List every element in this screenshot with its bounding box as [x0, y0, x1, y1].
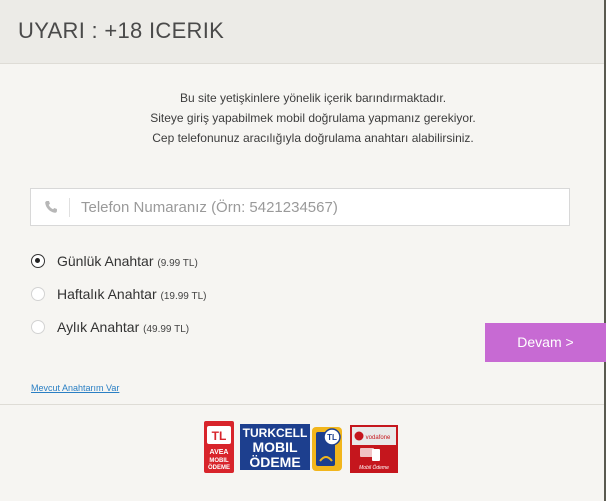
dialog-header: UYARI : +18 ICERIK — [0, 0, 604, 64]
intro-line: Siteye giriş yapabilmek mobil doğrulama … — [150, 111, 476, 125]
turkcell-text: MOBIL — [252, 439, 298, 455]
turkcell-tl-text: TL — [327, 433, 337, 442]
phone-field[interactable] — [30, 188, 570, 226]
option-price: (19.99 TL) — [160, 291, 207, 302]
payment-logos: TL AVEA MOBIL ÖDEME TURKCELL MOBIL ÖDEME… — [204, 421, 398, 473]
radio-button[interactable] — [31, 320, 45, 334]
option-price: (49.99 TL) — [143, 324, 190, 335]
vodafone-mobil-odeme-logo: vodafone Mobil Ödeme — [350, 425, 398, 473]
option-price: (9.99 TL) — [157, 258, 198, 269]
devam-button[interactable]: Devam > — [485, 323, 606, 362]
option-label: Günlük Anahtar — [57, 253, 154, 269]
turkcell-mobil-odeme-logo: TURKCELL MOBIL ÖDEME TL — [240, 424, 342, 471]
intro-line: Cep telefonunuz aracılığıyla doğrulama a… — [152, 131, 474, 145]
phone-icon — [45, 201, 57, 213]
option-label: Aylık Anahtar — [57, 319, 140, 335]
avea-tl-text: TL — [212, 429, 227, 443]
turkcell-text: ÖDEME — [249, 454, 300, 470]
radio-button[interactable] — [31, 254, 45, 268]
dialog-title: UYARI : +18 ICERIK — [18, 18, 225, 43]
intro-text: Bu site yetişkinlere yönelik içerik barı… — [0, 88, 606, 148]
avea-text: AVEA — [210, 449, 229, 456]
vodafone-text: Mobil Ödeme — [359, 464, 389, 471]
phone-input[interactable] — [79, 190, 563, 225]
radio-button[interactable] — [31, 287, 45, 301]
footer-divider — [0, 404, 604, 405]
avea-text: MOBIL — [209, 458, 229, 464]
intro-line: Bu site yetişkinlere yönelik içerik barı… — [179, 91, 447, 105]
turkcell-text: TURKCELL — [243, 426, 308, 440]
input-divider — [69, 198, 70, 217]
avea-text: ÖDEME — [208, 464, 230, 471]
option-label: Haftalık Anahtar — [57, 286, 157, 302]
existing-key-link[interactable]: Mevcut Anahtarım Var — [31, 383, 119, 393]
age-warning-dialog: UYARI : +18 ICERIK Bu site yetişkinlere … — [0, 0, 606, 501]
vodafone-brand-text: vodafone — [366, 435, 391, 441]
avea-mobil-odeme-logo: TL AVEA MOBIL ÖDEME — [204, 421, 234, 473]
